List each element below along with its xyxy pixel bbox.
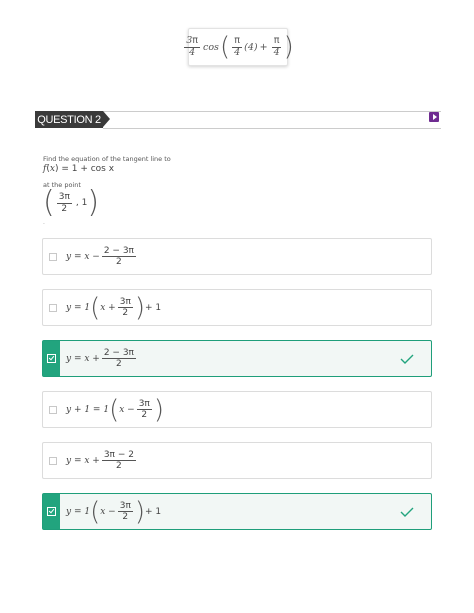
question-header-line — [103, 111, 441, 129]
checkbox-icon[interactable] — [49, 457, 57, 465]
option-5-expression: y = x + 3π − 22 — [66, 449, 136, 471]
pi-over-four: π 4 — [232, 34, 242, 58]
selected-marker — [43, 341, 60, 376]
option-2-expression: y = 1 ( x + 3π 2 ) + 1 — [66, 292, 162, 323]
check-icon — [400, 507, 414, 517]
checkbox-icon[interactable] — [49, 253, 57, 261]
option-4-expression: y + 1 = 1 ( x − 3π 2 ) — [66, 394, 165, 425]
option-1-expression: y = x − 2 − 3π 2 — [66, 245, 136, 267]
open-paren: ( — [219, 32, 231, 62]
answer-option-5[interactable]: y = x + 3π − 22 — [42, 442, 432, 479]
answer-option-4[interactable]: y + 1 = 1 ( x − 3π 2 ) — [42, 391, 432, 428]
checkbox-icon[interactable] — [49, 304, 57, 312]
answer-option-6[interactable]: y = 1 ( x − 3π 2 ) + 1 — [42, 493, 432, 530]
checkbox-checked-icon[interactable] — [47, 354, 56, 363]
option-3-expression: y = x + 2 − 3π 2 — [66, 347, 136, 369]
three-pi-over-four: 3π 4 — [184, 34, 201, 58]
checkbox-icon[interactable] — [49, 406, 57, 414]
function-definition: f(x) = 1 + cos x — [43, 164, 115, 174]
answer-option-2[interactable]: y = 1 ( x + 3π 2 ) + 1 — [42, 289, 432, 326]
selected-marker — [43, 494, 60, 529]
checkbox-checked-icon[interactable] — [47, 507, 56, 516]
pi-over-four-2: π 4 — [271, 34, 282, 58]
question-prompt: Find the equation of the tangent line to — [43, 155, 171, 163]
point-coordinates: ( 3π 2 , 1 ) — [43, 185, 100, 220]
close-paren: ) — [283, 32, 294, 62]
check-icon — [400, 354, 414, 364]
answer-option-3[interactable]: y = x + 2 − 3π 2 — [42, 340, 432, 377]
plus-sign: + — [259, 41, 268, 53]
cos-label: cos — [203, 41, 219, 53]
question-header: QUESTION 2 — [35, 111, 441, 129]
answer-option-1[interactable]: y = x − 2 − 3π 2 — [42, 238, 432, 275]
question-label: QUESTION 2 — [35, 111, 110, 128]
inner-four: (4) — [244, 41, 258, 53]
option-6-expression: y = 1 ( x − 3π 2 ) + 1 — [66, 496, 162, 527]
play-icon[interactable] — [429, 112, 439, 122]
expression-card: 3π 4 cos ( π 4 (4) + π 4 ) — [184, 28, 294, 66]
separator-dot: . — [43, 219, 45, 226]
